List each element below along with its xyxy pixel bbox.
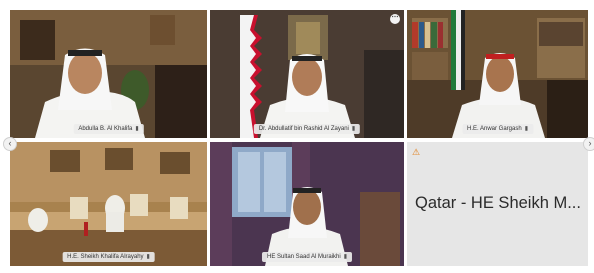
participant-name-tag: H.E. Sheikh Khalifa Alrayahy ▮ bbox=[62, 252, 155, 262]
mic-icon: ▮ bbox=[524, 126, 529, 132]
participant-tile-5[interactable]: HE Sultan Saad Al Muraikhi ▮ bbox=[210, 142, 404, 266]
participant-name: Abdulla B. Al Khalifa bbox=[78, 126, 133, 132]
participant-video-1 bbox=[10, 10, 207, 138]
chevron-right-icon[interactable]: › bbox=[583, 137, 594, 151]
mic-icon: ▮ bbox=[135, 126, 139, 132]
mic-icon: ▮ bbox=[146, 254, 150, 260]
warning-icon: ⚠ bbox=[412, 147, 421, 157]
participant-name-tag: Abdulla B. Al Khalifa ▮ bbox=[73, 124, 144, 134]
more-options-icon[interactable]: ⋯ bbox=[390, 14, 400, 24]
participant-tile-6[interactable]: ⚠ Qatar - HE Sheikh M... bbox=[407, 142, 588, 266]
participant-name: HE Sultan Saad Al Muraikhi bbox=[266, 254, 341, 260]
participant-name: H.E. Anwar Gargash bbox=[466, 126, 522, 132]
participant-video-5 bbox=[210, 142, 404, 266]
participant-tile-1[interactable]: Abdulla B. Al Khalifa ▮ bbox=[10, 10, 207, 138]
participant-tile-3[interactable]: H.E. Anwar Gargash ▮ bbox=[407, 10, 588, 138]
participant-tile-4[interactable]: H.E. Sheikh Khalifa Alrayahy ▮ bbox=[10, 142, 207, 266]
participant-tile-2[interactable]: ⋯ Dr. Abdullatif bin Rashid Al Zayani ▮ bbox=[210, 10, 404, 138]
participant-name-tag: HE Sultan Saad Al Muraikhi ▮ bbox=[261, 252, 353, 262]
mic-icon: ▮ bbox=[343, 254, 348, 260]
participant-name-tag: Dr. Abdullatif bin Rashid Al Zayani ▮ bbox=[253, 124, 361, 134]
participant-name: Dr. Abdullatif bin Rashid Al Zayani bbox=[258, 126, 349, 132]
participant-name-tag: H.E. Anwar Gargash ▮ bbox=[461, 124, 534, 134]
participant-display-name: Qatar - HE Sheikh M... bbox=[415, 194, 581, 212]
participant-video-4 bbox=[10, 142, 207, 266]
chevron-left-icon[interactable]: ‹ bbox=[3, 137, 17, 151]
participant-video-3 bbox=[407, 10, 588, 138]
mic-icon: ▮ bbox=[351, 126, 356, 132]
participant-name: H.E. Sheikh Khalifa Alrayahy bbox=[67, 254, 144, 260]
video-grid: Abdulla B. Al Khalifa ▮ ⋯ Dr. Abdullatif … bbox=[10, 10, 588, 266]
participant-video-2 bbox=[210, 10, 404, 138]
